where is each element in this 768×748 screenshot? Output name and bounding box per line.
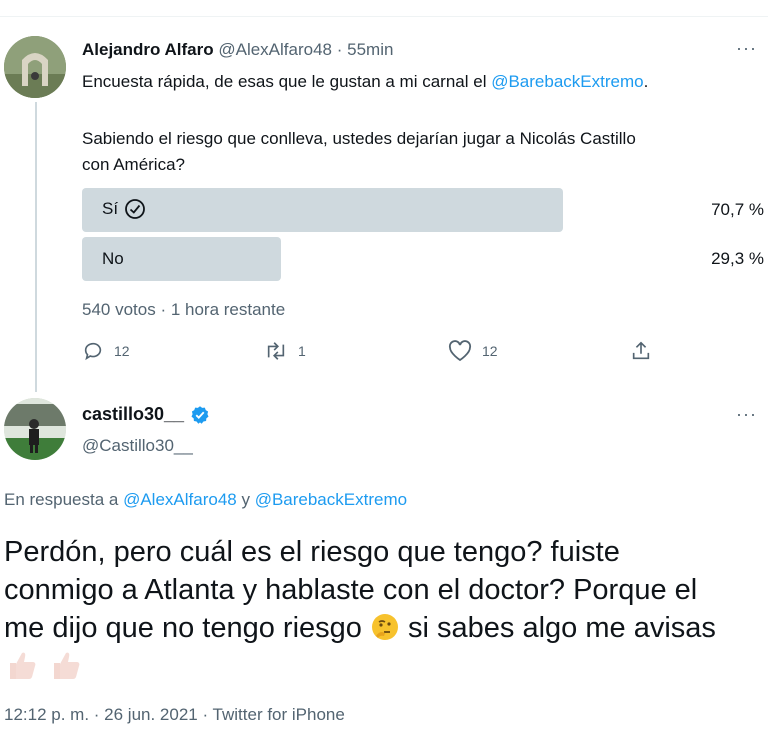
top-divider (0, 16, 768, 17)
tweet-timestamp[interactable]: 12:12 p. m. · 26 jun. 2021 · Twitter for… (4, 705, 345, 725)
tweet-time[interactable]: · 55min (337, 40, 394, 59)
share-icon (632, 341, 650, 360)
author-name[interactable]: Alejandro Alfaro (82, 40, 214, 59)
check-circle-icon (125, 199, 145, 219)
poll-option-si: Sí (102, 198, 146, 220)
body-text: me dijo que no tengo riesgo (4, 612, 370, 644)
poll-percent-no: 29,3 % (711, 249, 764, 268)
avatar-castillo[interactable] (4, 398, 66, 460)
poll-option-label: No (102, 249, 124, 268)
tweet2-author: castillo30__ (82, 404, 210, 425)
poll-option-label: Sí (102, 199, 119, 218)
tweet1-text: Encuesta rápida, de esas que le gustan a… (82, 72, 648, 92)
mention-link[interactable]: @BarebackExtremo (255, 490, 407, 509)
tweet-text-part: . (643, 72, 649, 91)
poll-option-no: No (102, 249, 124, 269)
question-line: Sabiendo el riesgo que conlleva, ustedes… (82, 129, 636, 148)
poll-summary: 540 votos · 1 hora restante (82, 300, 286, 319)
like-button[interactable]: 12 (448, 340, 498, 362)
thumbs-up-emoji-icon (10, 652, 36, 679)
question-line: con América? (82, 155, 185, 174)
avatar-alejandro[interactable] (4, 36, 66, 98)
author-handle[interactable]: @Castillo30__ (82, 436, 193, 456)
body-line: conmigo a Atlanta y hablaste con el doct… (4, 574, 698, 606)
author-handle[interactable]: @AlexAlfaro48 (218, 40, 332, 59)
reply-button[interactable]: 12 (82, 340, 130, 362)
poll-question: Sabiendo el riesgo que conlleva, ustedes… (82, 126, 636, 178)
poll-percent-si: 70,7 % (711, 200, 764, 219)
retweet-count: 1 (298, 343, 306, 359)
body-text: si sabes algo me avisas (399, 612, 716, 644)
retweet-button[interactable]: 1 (264, 340, 306, 362)
mention-link[interactable]: @AlexAlfaro48 (123, 490, 237, 509)
more-options-icon[interactable]: ··· (736, 404, 757, 425)
like-count: 12 (482, 343, 498, 359)
tweet-text-part: Encuesta rápida, de esas que le gustan a… (82, 72, 492, 91)
reply-icon (84, 342, 102, 361)
tweet2-body: Perdón, pero cuál es el riesgo que tengo… (4, 533, 764, 687)
reply-prefix: En respuesta a (4, 490, 124, 509)
heart-icon (448, 340, 472, 362)
mention-link[interactable]: @BarebackExtremo (491, 72, 643, 91)
reply-and: y (236, 490, 255, 509)
reply-count: 12 (114, 343, 130, 359)
tweet1-header: Alejandro Alfaro @AlexAlfaro48 · 55min (82, 40, 393, 60)
verified-badge-icon (191, 405, 209, 424)
body-line: me dijo que no tengo riesgo si sabes alg… (4, 609, 764, 647)
more-options-icon[interactable]: ··· (736, 38, 757, 59)
share-button[interactable] (630, 340, 652, 362)
author-name[interactable]: castillo30__ (82, 404, 184, 425)
thumbs-up-emoji-icon (54, 652, 80, 679)
retweet-icon (267, 342, 285, 360)
poll-bar-si (82, 188, 563, 232)
thread-line (35, 102, 37, 392)
body-line: Perdón, pero cuál es el riesgo que tengo… (4, 536, 620, 568)
thinking-face-emoji-icon (371, 614, 398, 640)
reply-context: En respuesta a @AlexAlfaro48 y @Bareback… (4, 490, 407, 510)
body-line (4, 647, 764, 687)
